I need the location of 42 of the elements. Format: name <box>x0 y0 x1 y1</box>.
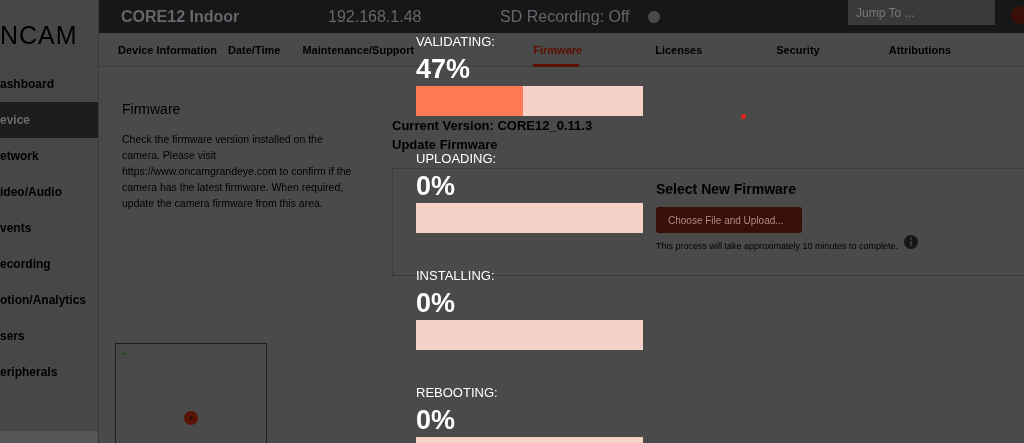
section-title: Firmware <box>122 101 181 117</box>
upload-button[interactable]: Choose File and Upload... <box>656 207 802 233</box>
sidebar-item[interactable]: ecording <box>0 246 98 282</box>
sidebar-item[interactable]: evice <box>0 102 98 138</box>
stage-percent: 0% <box>416 170 456 203</box>
stage-label: VALIDATING: <box>416 34 495 51</box>
stage-label: INSTALLING: <box>416 268 495 285</box>
tab[interactable]: Firmware <box>533 33 583 66</box>
user-icon[interactable] <box>1010 6 1024 24</box>
indicator-dot <box>741 114 746 119</box>
update-firmware-title: Update Firmware <box>392 137 498 152</box>
sidebar-item[interactable]: etwork <box>0 138 98 174</box>
jump-to-field[interactable]: Jump To ... <box>848 0 995 25</box>
device-name: CORE12 Indoor <box>121 7 241 26</box>
sidebar-item[interactable]: ashboard <box>0 66 98 102</box>
broken-image-icon <box>118 346 130 358</box>
sidebar-item[interactable]: ideo/Audio <box>0 174 98 210</box>
sd-recording-status: SD Recording: Off <box>500 7 631 26</box>
sidebar-item[interactable]: otion/Analytics <box>0 282 98 318</box>
sidebar-item[interactable]: vents <box>0 210 98 246</box>
tab[interactable]: Security <box>776 33 820 66</box>
tab[interactable]: Device Information <box>118 33 218 66</box>
tab[interactable]: Attributions <box>888 33 951 66</box>
tab[interactable]: Date/Time <box>228 33 281 66</box>
card-title: Select New Firmware <box>656 181 797 197</box>
stage-percent: 0% <box>416 287 456 320</box>
sidebar-item[interactable]: eripherals <box>0 354 98 390</box>
ip-address: 192.168.1.48 <box>328 7 423 26</box>
info-icon[interactable] <box>904 235 919 249</box>
tab[interactable]: Licenses <box>655 33 703 66</box>
status-dot-icon <box>648 10 660 23</box>
duration-note: This process will take approximately 10 minutes to complete. <box>656 241 899 251</box>
logo: NCAM <box>0 19 79 51</box>
sidebar-item[interactable]: sers <box>0 318 98 354</box>
current-version: Current Version: CORE12_0.11.3 <box>392 118 593 133</box>
stage-label: REBOOTING: <box>416 385 498 402</box>
tab[interactable]: Maintenance/Support <box>302 33 415 66</box>
play-icon[interactable] <box>184 411 198 425</box>
section-description: Check the firmware version installed on the camera. Please visit https://www.oncamgrandeye.com to confirm if the camera has the latest firmware. When required, update the camera firmware from this area. <box>122 132 353 211</box>
stage-label: UPLOADING: <box>416 151 497 168</box>
stage-percent: 0% <box>416 404 456 437</box>
stage-percent: 47% <box>416 53 471 86</box>
